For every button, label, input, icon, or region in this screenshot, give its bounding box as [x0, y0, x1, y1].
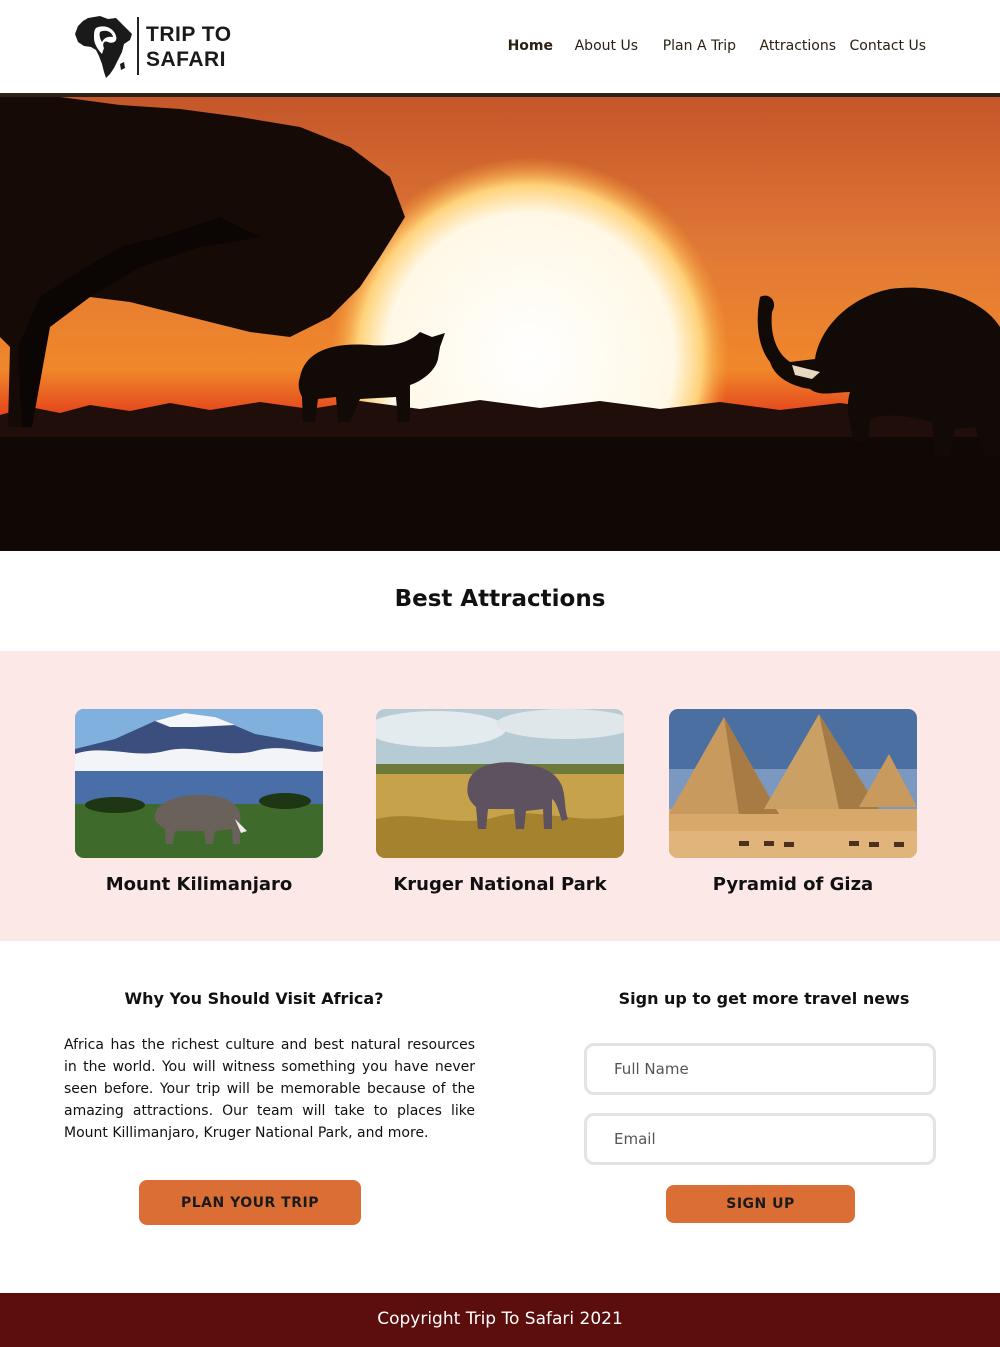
attraction-name: Pyramid of Giza — [712, 874, 874, 895]
attraction-name: Kruger National Park — [393, 874, 607, 895]
nav-plan-a-trip[interactable]: Plan A Trip — [663, 38, 736, 54]
attraction-card-kilimanjaro[interactable]: Mount Kilimanjaro — [75, 709, 323, 895]
nav-home[interactable]: Home — [508, 38, 553, 54]
africa-map-icon — [75, 16, 132, 78]
logo-divider — [137, 17, 139, 75]
hero-image — [0, 97, 1000, 551]
brand-name-line2: SAFARI — [146, 48, 227, 71]
brand-name-line1: TRIP TO — [146, 23, 232, 46]
logo[interactable]: TRIP TO SAFARI — [74, 14, 234, 80]
hero-sunset-illustration — [0, 97, 1000, 551]
site-header: TRIP TO SAFARI Home About Us Plan A Trip… — [0, 0, 1000, 93]
sign-up-button[interactable]: SIGN UP — [666, 1185, 855, 1223]
brand-name: TRIP TO SAFARI — [146, 22, 232, 72]
signup-title: Sign up to get more travel news — [618, 989, 910, 1008]
attraction-card-giza[interactable]: Pyramid of Giza — [669, 709, 917, 895]
why-visit-text: Africa has the richest culture and best … — [64, 1037, 475, 1141]
kruger-image — [376, 709, 624, 858]
nav-about-us[interactable]: About Us — [575, 38, 638, 54]
why-visit-title: Why You Should Visit Africa? — [124, 989, 384, 1008]
full-name-input[interactable] — [584, 1043, 936, 1095]
attraction-name: Mount Kilimanjaro — [105, 874, 293, 895]
section-title-best-attractions: Best Attractions — [394, 586, 606, 612]
kilimanjaro-image — [75, 709, 323, 858]
nav-attractions[interactable]: Attractions — [760, 38, 836, 54]
attractions-section: Mount Kilimanjaro Kruger National Park P… — [0, 651, 1000, 941]
email-input[interactable] — [584, 1113, 936, 1165]
copyright-text: Copyright Trip To Safari 2021 — [377, 1309, 623, 1329]
nav-contact-us[interactable]: Contact Us — [850, 38, 926, 54]
giza-pyramids-image — [669, 709, 917, 858]
plan-your-trip-button[interactable]: PLAN YOUR TRIP — [139, 1180, 361, 1225]
site-footer: Copyright Trip To Safari 2021 — [0, 1293, 1000, 1347]
attraction-card-kruger[interactable]: Kruger National Park — [376, 709, 624, 895]
